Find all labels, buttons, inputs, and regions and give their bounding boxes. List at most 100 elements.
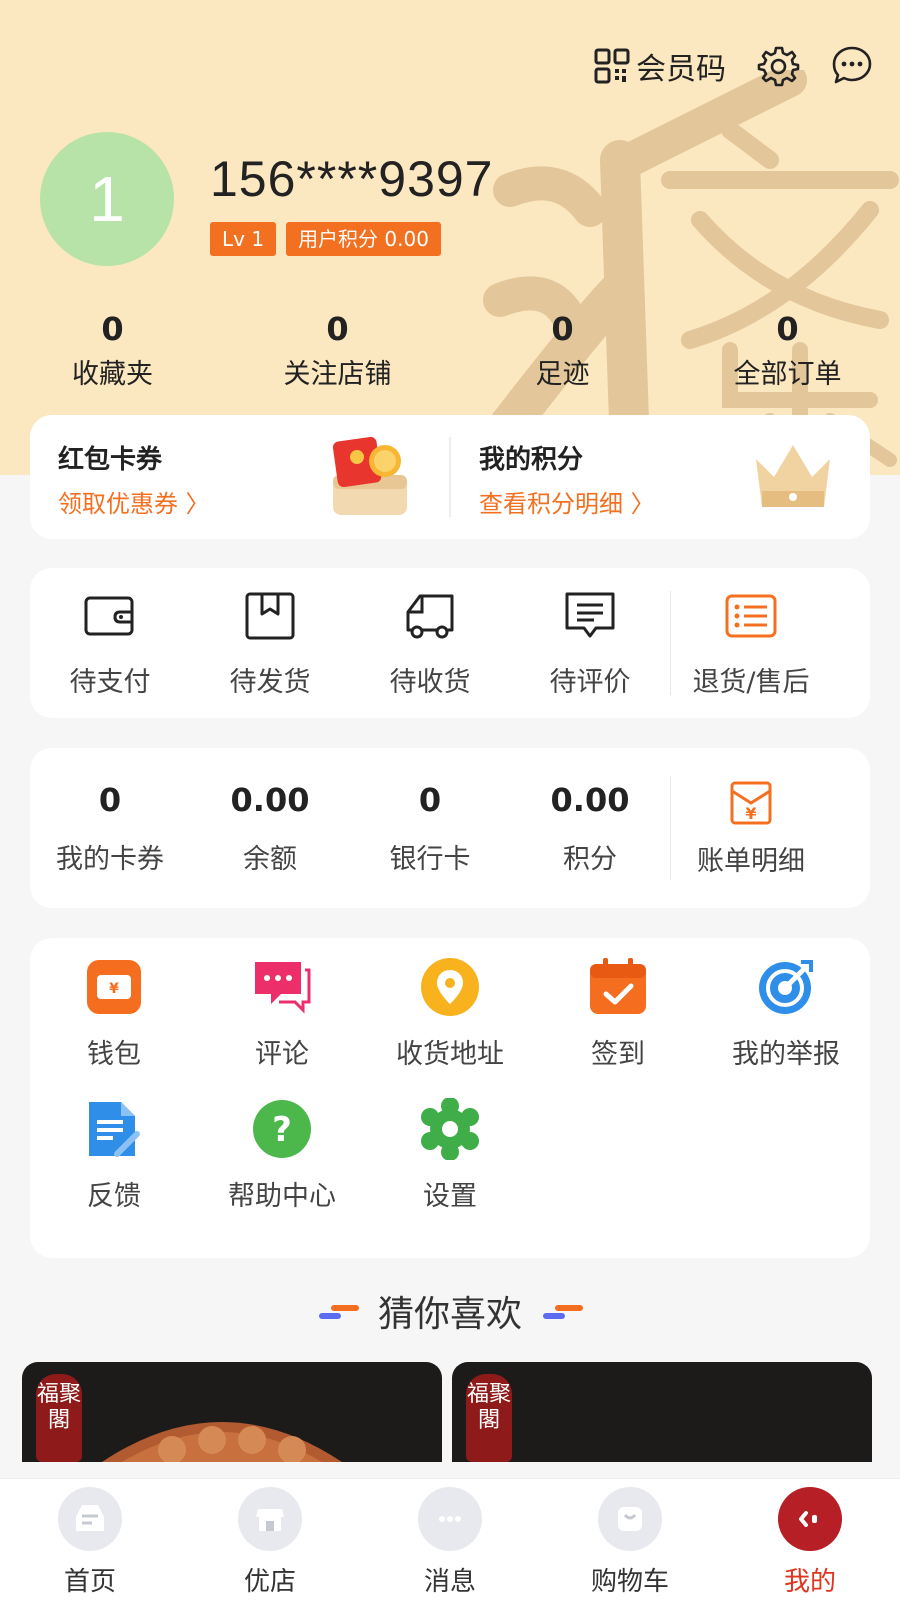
order-label: 待支付 (69, 666, 151, 698)
avatar[interactable]: 1 (40, 132, 174, 266)
tab-label: 首页 (63, 1567, 116, 1597)
tool-label: 签到 (591, 1039, 645, 1070)
finance-value: 0 (418, 780, 442, 819)
order-pending-payment[interactable]: 待支付 (30, 588, 190, 699)
bill-label: 账单明细 (697, 845, 805, 877)
tab-label: 消息 (423, 1567, 476, 1597)
document-edit-icon (89, 1102, 140, 1157)
product-card[interactable]: 福聚閣 (452, 1362, 872, 1462)
question-icon: ? (253, 1100, 311, 1158)
messages-button[interactable] (830, 44, 874, 88)
home-icon (58, 1487, 122, 1551)
finance-bank-cards[interactable]: 0 银行卡 (350, 781, 510, 876)
list-icon (725, 594, 777, 637)
user-phone: 156****9397 (210, 151, 494, 207)
gear-icon (757, 46, 800, 87)
tab-cart[interactable]: 购物车 (540, 1479, 720, 1600)
tool-label: 评论 (255, 1039, 309, 1070)
finance-label: 银行卡 (389, 843, 471, 875)
finance-label: 积分 (563, 843, 617, 875)
product-card[interactable]: 福聚閣 (22, 1362, 442, 1462)
tab-label: 优店 (243, 1567, 296, 1597)
finance-points[interactable]: 0.00 积分 (510, 781, 670, 876)
tab-me[interactable]: 我的 (720, 1479, 900, 1600)
store-icon (238, 1487, 302, 1551)
tool-report[interactable]: 我的举报 (702, 956, 870, 1071)
wallet-icon (84, 596, 134, 635)
finance-balance[interactable]: 0.00 余额 (190, 781, 350, 876)
stat-label: 收藏夹 (72, 359, 153, 390)
brand-seal: 福聚閣 (466, 1374, 512, 1462)
tab-shops[interactable]: 优店 (180, 1479, 360, 1600)
coupon-entry[interactable]: 红包卡券 领取优惠券 〉 (30, 415, 449, 539)
tool-help-center[interactable]: ? 帮助中心 (198, 1098, 366, 1213)
order-pending-review[interactable]: 待评价 (510, 588, 670, 699)
order-pending-shipment[interactable]: 待发货 (190, 588, 350, 699)
settings-button[interactable] (756, 44, 800, 88)
svg-text:¥: ¥ (745, 804, 756, 823)
stat-label: 关注店铺 (283, 359, 392, 390)
stat-value: 0 (776, 310, 799, 348)
stat-value: 0 (101, 310, 124, 348)
order-label: 待收货 (389, 666, 471, 698)
profile-header: 会员码 1 156****9397 Lv 1 用户积分 0.00 0 收藏夹 0… (0, 0, 900, 475)
finance-value: 0.00 (550, 780, 630, 819)
tool-comments[interactable]: 评论 (198, 956, 366, 1071)
tool-label: 设置 (423, 1181, 477, 1212)
tool-label: 钱包 (87, 1039, 141, 1070)
recommend-title: 猜你喜欢 (377, 1294, 522, 1335)
user-stats: 0 收藏夹 0 关注店铺 0 足迹 0 全部订单 (0, 310, 900, 391)
tool-label: 收货地址 (396, 1039, 504, 1070)
bottom-tab-bar: 首页 优店 消息 购物车 我的 (0, 1478, 900, 1600)
member-code-button[interactable]: 会员码 (594, 44, 726, 88)
profile-icon (778, 1487, 842, 1551)
order-label: 待评价 (549, 666, 631, 698)
product-image (102, 1422, 342, 1462)
finance-value: 0.00 (230, 780, 310, 819)
tool-label: 帮助中心 (228, 1181, 336, 1212)
location-icon (421, 958, 479, 1016)
stat-value: 0 (551, 310, 574, 348)
stat-history[interactable]: 0 足迹 (450, 310, 675, 391)
order-pending-receipt[interactable]: 待收货 (350, 588, 510, 699)
user-badges: Lv 1 用户积分 0.00 (210, 222, 451, 256)
qr-code-icon (594, 48, 630, 84)
tab-label: 购物车 (590, 1567, 669, 1597)
crown-icon (756, 445, 830, 507)
order-label: 待发货 (229, 666, 311, 698)
level-badge: Lv 1 (210, 222, 277, 256)
cart-icon (598, 1487, 662, 1551)
top-action-bar: 会员码 (564, 44, 874, 88)
stat-followed-shops[interactable]: 0 关注店铺 (225, 310, 450, 391)
finance-label: 余额 (243, 843, 297, 875)
comment-icon (255, 962, 311, 1014)
truck-icon (406, 594, 454, 638)
recommend-header: 猜你喜欢 (0, 1285, 900, 1337)
red-envelope-icon (332, 436, 407, 515)
svg-text:¥: ¥ (109, 981, 119, 997)
tab-label: 我的 (783, 1567, 836, 1597)
points-entry[interactable]: 我的积分 查看积分明细 〉 (451, 415, 870, 539)
tool-feedback[interactable]: 反馈 (30, 1098, 198, 1213)
stat-all-orders[interactable]: 0 全部订单 (675, 310, 900, 391)
box-icon (245, 592, 295, 639)
target-icon (759, 960, 813, 1014)
finance-card: 0 我的卡券 0.00 余额 0 银行卡 0.00 积分 ¥ 账单明细 (30, 748, 870, 908)
tool-label: 反馈 (87, 1181, 141, 1212)
tool-wallet[interactable]: ¥ 钱包 (30, 956, 198, 1071)
orders-card: 待支付 待发货 待收货 待评价 退货/售后 (30, 568, 870, 718)
chat-bubble-icon (832, 46, 872, 84)
bill-icon: ¥ (730, 781, 772, 824)
bill-details-button[interactable]: ¥ 账单明细 (671, 779, 831, 878)
tool-sign-in[interactable]: 签到 (534, 956, 702, 1071)
tab-messages[interactable]: 消息 (360, 1479, 540, 1600)
tab-home[interactable]: 首页 (0, 1479, 180, 1600)
decor-stroke-icon (318, 1305, 359, 1319)
tool-settings[interactable]: 设置 (366, 1097, 534, 1213)
stat-favorites[interactable]: 0 收藏夹 (0, 310, 225, 391)
tools-card: ¥ 钱包 评论 收货地址 签到 我的举报 反馈 ? 帮助中心 设置 (30, 938, 870, 1258)
calendar-check-icon (590, 958, 646, 1014)
finance-coupons[interactable]: 0 我的卡券 (30, 781, 190, 876)
tool-address[interactable]: 收货地址 (366, 956, 534, 1071)
order-after-sales[interactable]: 退货/售后 (671, 588, 831, 699)
